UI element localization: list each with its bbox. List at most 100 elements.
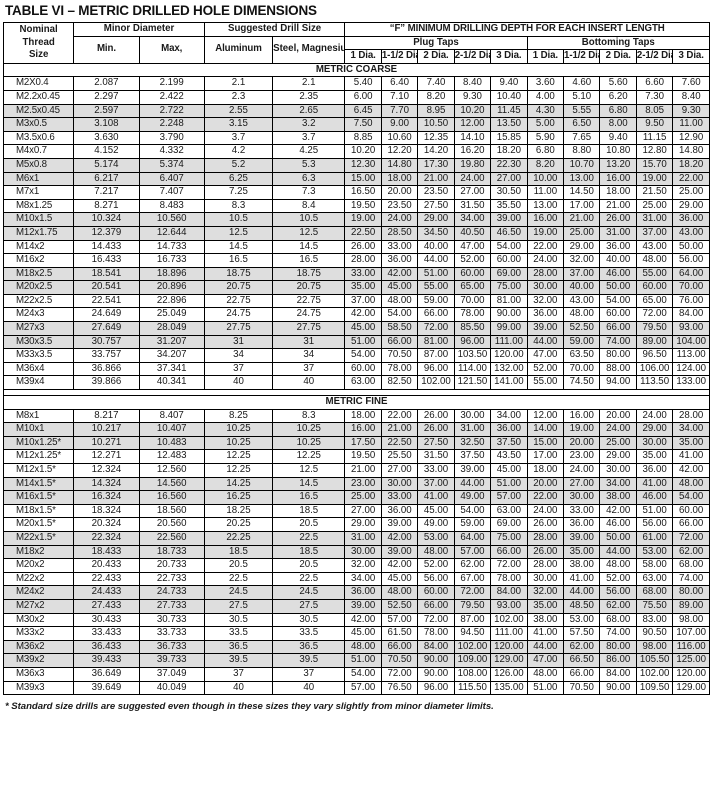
data-cell: 7.25 (203, 185, 274, 200)
data-cell: 19.00 (526, 225, 565, 241)
data-cell: 12.25 (203, 463, 274, 478)
header-f-minimum-drilling-depth: “F” MINIMUM DRILLING DEPTH FOR EACH INSE… (344, 22, 710, 37)
data-cell: 8.3 (272, 408, 346, 424)
data-cell: 24.75 (203, 307, 274, 323)
data-cell: 42.00 (380, 558, 419, 573)
data-cell: 43.00 (635, 239, 674, 255)
data-cell: 3.60 (526, 76, 565, 91)
data-cell: 5.00 (526, 117, 565, 132)
data-cell: 109.50 (635, 680, 674, 696)
data-cell: 66.00 (490, 544, 528, 560)
data-cell: 20.00 (599, 408, 637, 424)
metric-drilled-hole-dimensions-table: Nominal Thread Size Minor Diameter Sugge… (2, 22, 711, 696)
data-cell: 4.152 (73, 144, 140, 159)
data-cell: 8.20 (417, 89, 455, 105)
data-cell: 31.00 (344, 530, 382, 546)
data-cell: 129.00 (490, 653, 528, 668)
data-cell: 41.00 (635, 476, 674, 492)
table-row: M12x1.25* 12.271 12.483 12.25 12.25 19.50 25.5… (2, 449, 710, 464)
data-cell: 16.00 (563, 408, 601, 424)
data-cell: 60.00 (417, 585, 455, 600)
data-cell: 33.00 (380, 239, 419, 255)
data-cell: 53.00 (635, 544, 674, 560)
data-cell: 7.50 (344, 117, 382, 132)
data-cell: 74.00 (599, 626, 637, 641)
data-cell: 38.00 (599, 490, 637, 505)
data-cell: 81.00 (490, 293, 528, 309)
data-cell: 21.00 (417, 171, 455, 187)
data-cell: 84.00 (417, 639, 455, 655)
data-cell: 23.50 (380, 198, 419, 214)
table-row: M30x3.5 30.757 31.207 31 31 51.00 66.00 81.00 96… (2, 334, 710, 350)
table-row: M12x1.75 12.379 12.644 12.5 12.5 22.50 28.50 34… (2, 225, 710, 241)
data-cell: 30.50 (490, 185, 528, 200)
data-cell: 41.00 (526, 626, 565, 641)
data-cell: 6.80 (599, 103, 637, 119)
data-cell: 22.324 (73, 530, 140, 546)
data-cell: 104.00 (672, 334, 710, 350)
table-row: M16x2 16.433 16.733 16.5 16.5 28.00 36.00 44.00… (2, 253, 710, 268)
data-cell: 3.15 (203, 117, 274, 132)
data-cell: 23.00 (563, 449, 601, 464)
data-cell: 40 (272, 375, 346, 391)
data-cell: 34.00 (453, 212, 492, 227)
data-cell: 38.00 (563, 558, 601, 573)
data-cell: 56.00 (672, 253, 710, 268)
data-cell: 10.271 (73, 435, 140, 451)
data-cell: 3.2 (272, 117, 346, 132)
data-cell: 113.50 (635, 375, 674, 391)
data-cell: 16.5 (203, 253, 274, 268)
data-cell: 37 (203, 361, 274, 377)
data-cell: 18.560 (138, 503, 205, 519)
data-cell: 54.00 (453, 503, 492, 519)
data-cell: 39.733 (138, 653, 205, 668)
data-cell: 22.50 (344, 225, 382, 241)
table-row: M20x1.5* 20.324 20.560 20.25 20.5 29.00 39.00 4… (2, 517, 710, 532)
data-cell: 25.00 (344, 490, 382, 505)
data-cell: 21.00 (563, 212, 601, 227)
data-cell: 32.00 (344, 558, 382, 573)
data-cell: 25.00 (599, 435, 637, 451)
data-cell: 16.560 (138, 490, 205, 505)
data-cell: 30.00 (526, 280, 565, 295)
data-cell: 42.00 (344, 612, 382, 628)
data-cell: 24.00 (635, 408, 674, 424)
data-cell: 124.00 (672, 361, 710, 377)
table-row: M22x1.5* 22.324 22.560 22.25 22.5 31.00 42.00 5… (2, 530, 710, 546)
data-cell: 15.85 (490, 130, 528, 146)
data-cell: 8.25 (203, 408, 274, 424)
data-cell: 133.00 (672, 375, 710, 391)
data-cell: 48.00 (344, 639, 382, 655)
data-cell: 40 (272, 680, 346, 696)
data-cell: 70.50 (380, 348, 419, 363)
data-cell: 46.00 (599, 266, 637, 282)
data-cell: 24.5 (272, 585, 346, 600)
data-cell: 11.15 (635, 130, 674, 146)
thread-size-cell: M22x2 (2, 571, 75, 587)
data-cell: 19.50 (344, 198, 382, 214)
data-cell: 42.00 (344, 307, 382, 323)
data-cell: 96.00 (417, 361, 455, 377)
data-cell: 8.483 (138, 198, 205, 214)
data-cell: 51.00 (344, 334, 382, 350)
data-cell: 27.5 (272, 598, 346, 614)
data-cell: 58.50 (380, 321, 419, 336)
thread-size-cell: M24x2 (2, 585, 75, 600)
data-cell: 78.00 (380, 361, 419, 377)
data-cell: 20.324 (73, 517, 140, 532)
data-cell: 2.55 (203, 103, 274, 119)
data-cell: 35.00 (635, 449, 674, 464)
thread-size-cell: M6x1 (2, 171, 75, 187)
thread-size-cell: M8x1.25 (2, 198, 75, 214)
data-cell: 28.50 (380, 225, 419, 241)
table-row: M39x3 39.649 40.049 40 40 57.00 76.50 96.00 115.… (2, 680, 710, 696)
data-cell: 12.5 (272, 463, 346, 478)
data-cell: 33.00 (344, 266, 382, 282)
data-cell: 30.733 (138, 612, 205, 628)
table-body: METRIC COARSE M2X0.4 2.087 2.199 2.1 2.1 5.40 6… (2, 62, 710, 696)
data-cell: 30.00 (344, 544, 382, 560)
data-cell: 12.00 (526, 408, 565, 424)
data-cell: 5.90 (526, 130, 565, 146)
data-cell: 27.00 (490, 171, 528, 187)
data-cell: 39.00 (563, 530, 601, 546)
